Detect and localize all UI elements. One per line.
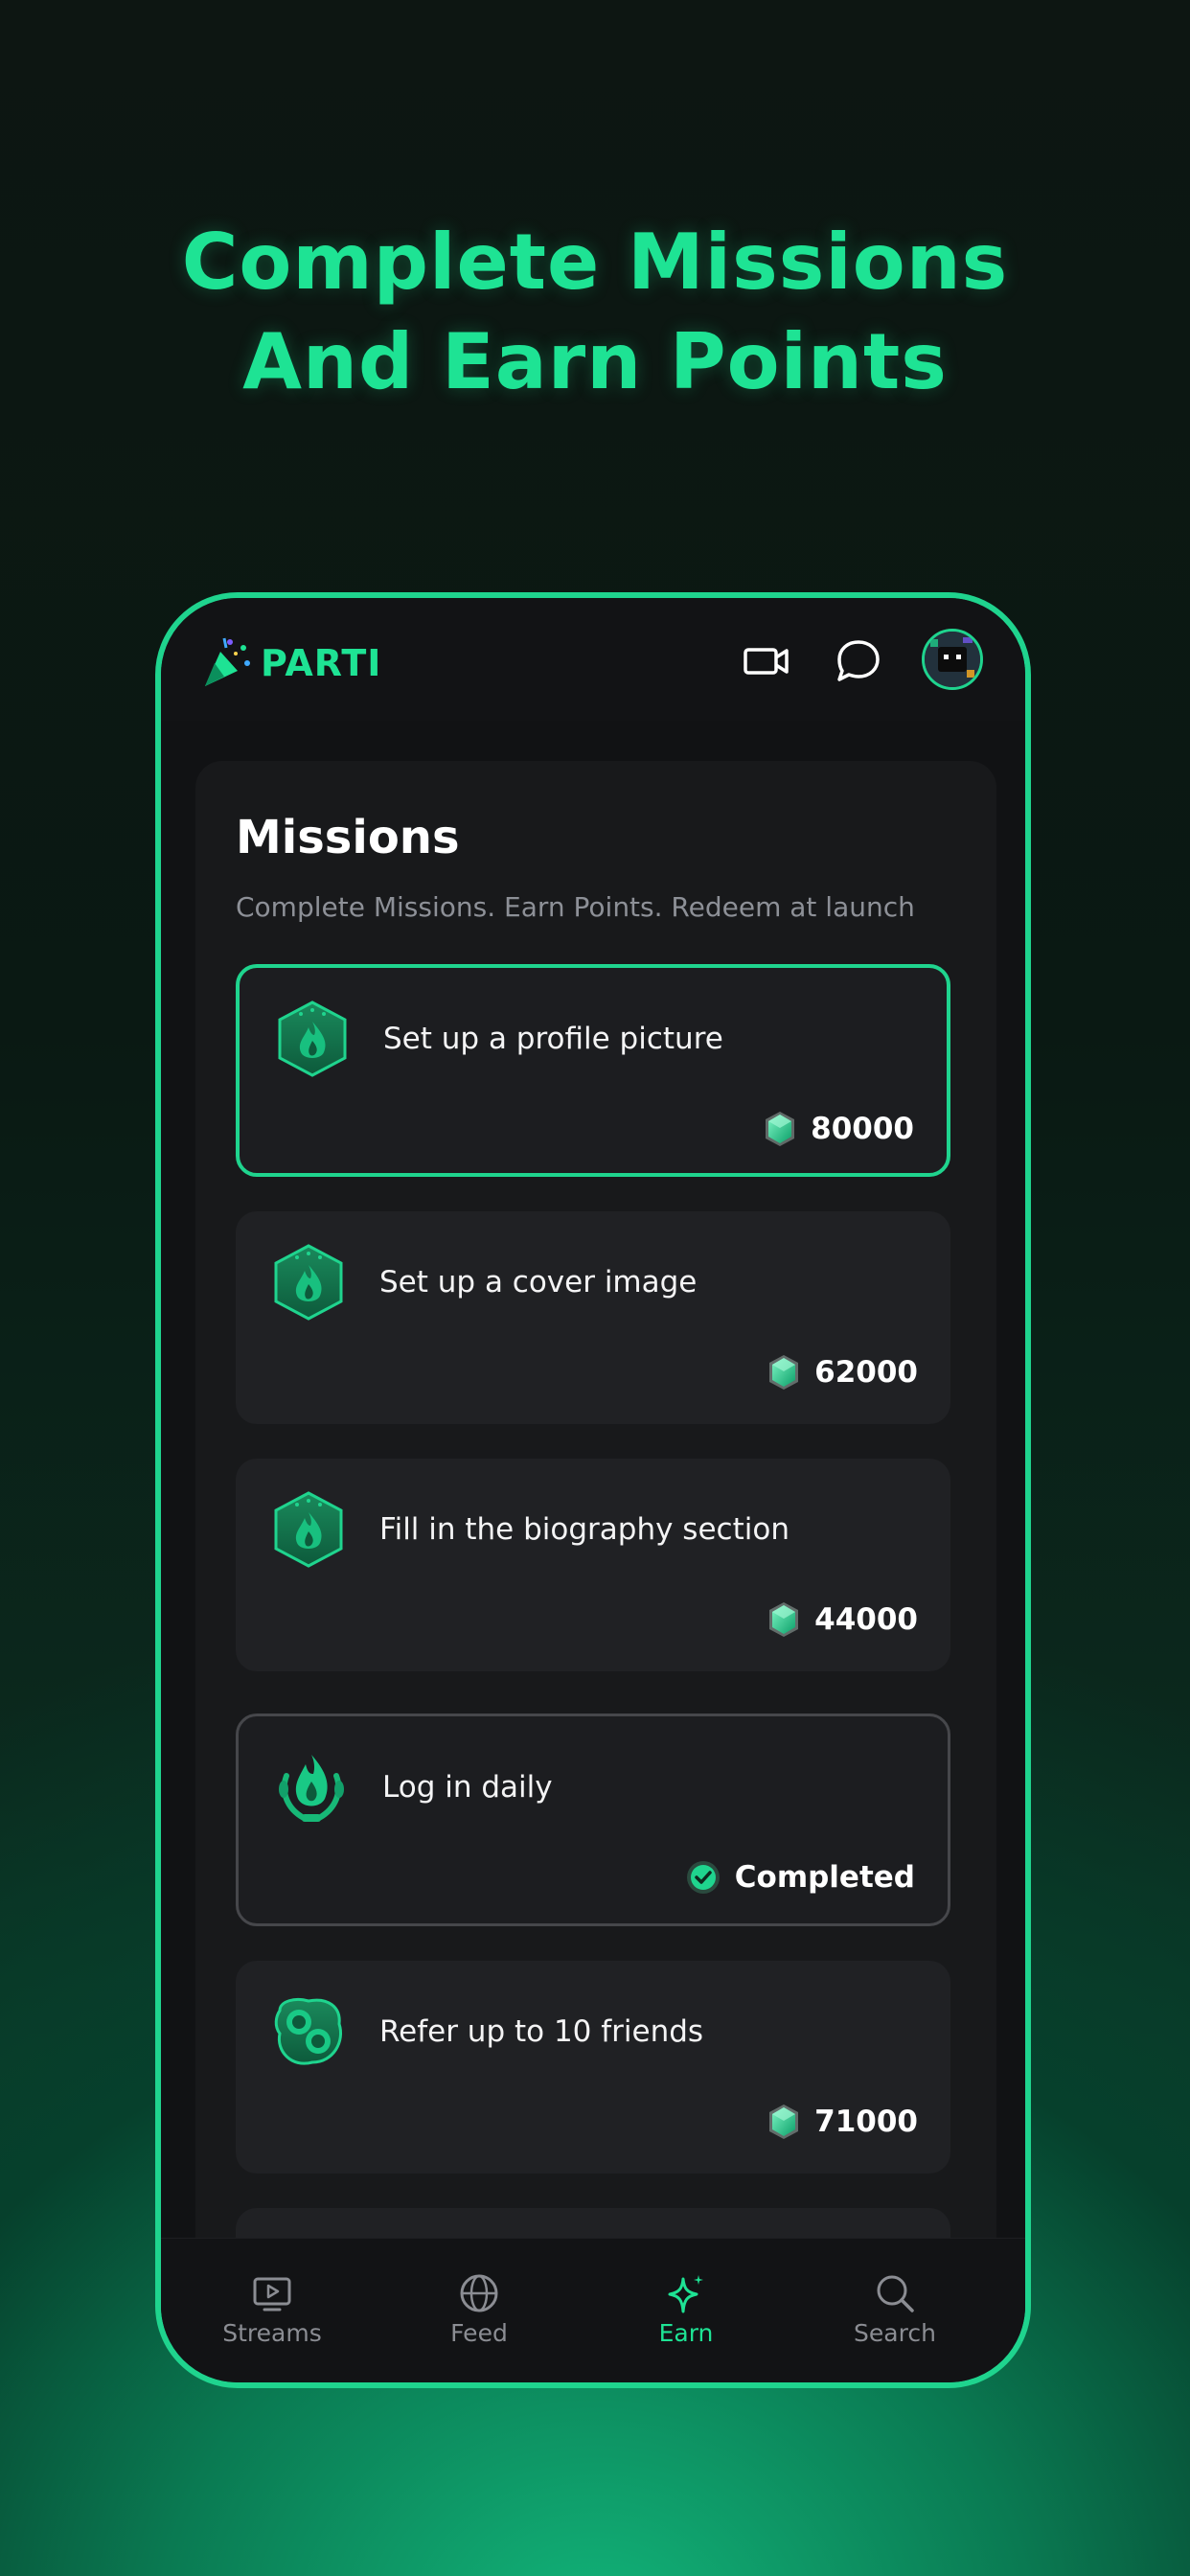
tab-feed[interactable]: Feed: [402, 2271, 556, 2347]
party-popper-logo-icon[interactable]: [201, 634, 253, 690]
sparkle-icon: [668, 2275, 703, 2313]
mission-card-refer-friends[interactable]: Refer up to 10 friends 71000: [236, 1961, 950, 2174]
mission-points: 62000: [814, 1355, 918, 1390]
mission-status: Completed: [685, 1856, 915, 1898]
mission-title: Set up a cover image: [379, 1265, 698, 1300]
headline-line-1: Complete Missions: [181, 218, 1009, 307]
mission-card-daily-login[interactable]: Log in daily Completed: [236, 1714, 950, 1926]
flame-badge-icon: [270, 1489, 347, 1570]
bottom-tab-bar: Streams Feed Earn Search: [161, 2238, 1025, 2382]
tab-streams[interactable]: Streams: [195, 2271, 349, 2347]
coins-badge-icon: [270, 1991, 347, 2072]
brand-name: PARTI: [261, 642, 382, 684]
mission-title: Log in daily: [382, 1770, 553, 1805]
mission-title: Set up a profile picture: [383, 1022, 723, 1056]
tab-search[interactable]: Search: [818, 2271, 972, 2347]
mission-reward: 62000: [767, 1351, 918, 1393]
mission-reward: 44000: [767, 1598, 918, 1641]
mission-card-cover-image[interactable]: Set up a cover image 62000: [236, 1211, 950, 1424]
gem-icon: [767, 1353, 801, 1392]
missions-panel: Missions Complete Missions. Earn Points.…: [195, 761, 996, 2382]
laurel-flame-icon: [273, 1747, 350, 1828]
chat-bubble-icon[interactable]: [834, 636, 883, 686]
mission-points: 44000: [814, 1602, 918, 1637]
headline: Complete Missions And Earn Points: [0, 213, 1190, 412]
mission-title: Refer up to 10 friends: [379, 2014, 704, 2049]
gem-icon: [767, 2103, 801, 2141]
app-header: PARTI: [161, 598, 1025, 721]
tv-play-icon: [253, 2277, 291, 2312]
phone-frame: PARTI Missions Complete Missions. Earn P…: [155, 592, 1031, 2388]
mission-card-biography[interactable]: Fill in the biography section 44000: [236, 1459, 950, 1671]
check-circle-icon: [686, 1861, 720, 1894]
mission-completed-label: Completed: [734, 1860, 915, 1895]
video-camera-icon[interactable]: [742, 636, 791, 686]
mission-reward: 71000: [767, 2101, 918, 2143]
tab-label: Earn: [658, 2319, 714, 2347]
mission-points: 71000: [814, 2104, 918, 2139]
tab-earn[interactable]: Earn: [609, 2271, 763, 2347]
avatar[interactable]: [922, 629, 983, 690]
flame-badge-icon: [270, 1242, 347, 1322]
gem-icon: [767, 1600, 801, 1639]
mission-points: 80000: [811, 1112, 914, 1146]
tab-label: Feed: [450, 2319, 508, 2347]
page-subtitle: Complete Missions. Earn Points. Redeem a…: [236, 891, 915, 923]
gem-icon: [763, 1110, 797, 1148]
mission-title: Fill in the biography section: [379, 1512, 790, 1547]
tab-label: Search: [854, 2319, 936, 2347]
search-icon: [877, 2275, 914, 2312]
mission-reward: 80000: [763, 1108, 914, 1150]
mission-card-profile-picture[interactable]: Set up a profile picture 80000: [236, 964, 950, 1177]
page-title: Missions: [236, 811, 460, 864]
flame-badge-icon: [274, 999, 351, 1079]
headline-line-2: And Earn Points: [242, 317, 948, 406]
tab-label: Streams: [222, 2319, 322, 2347]
globe-icon: [460, 2274, 498, 2312]
